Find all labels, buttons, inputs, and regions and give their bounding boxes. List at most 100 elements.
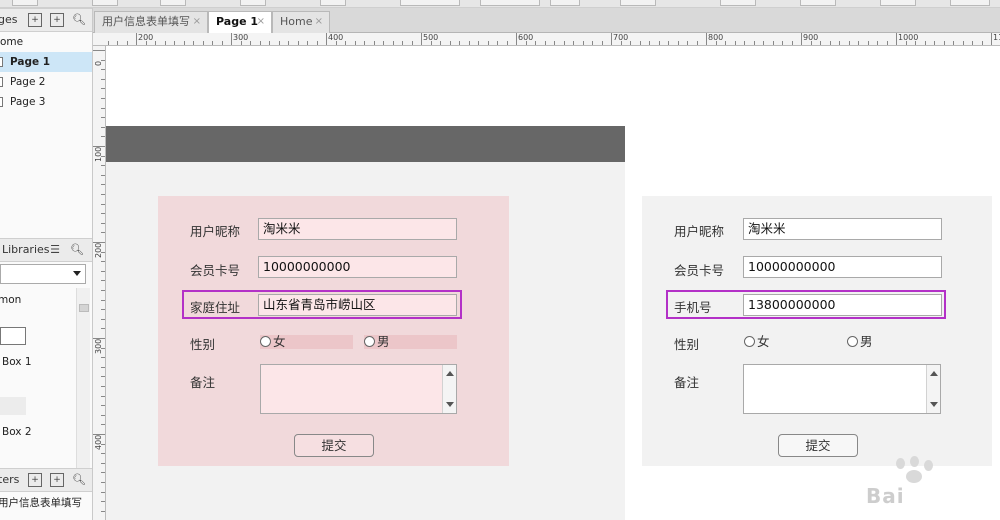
add-page-icon[interactable]: + (28, 13, 42, 27)
toolbar-button[interactable] (240, 0, 266, 6)
menu-icon[interactable]: ☰ (48, 243, 62, 257)
address-field[interactable]: 山东省青岛市崂山区 (258, 294, 457, 316)
scroll-down-icon[interactable] (446, 402, 454, 407)
ruler-tick (383, 41, 384, 45)
toolbar-button[interactable] (950, 0, 990, 6)
add-folder-icon[interactable]: + (50, 13, 64, 27)
ruler-tick (924, 41, 926, 45)
card-number-label: 会员卡号 (190, 263, 241, 278)
libraries-panel-title: Libraries (2, 243, 50, 256)
ruler-tick (364, 41, 365, 45)
ruler-label: 400 (94, 434, 103, 450)
library-widget-preview[interactable] (0, 397, 26, 415)
ruler-tick (101, 194, 105, 195)
radio-icon (260, 336, 271, 347)
ruler-tick (744, 41, 745, 45)
ruler-label: 400 (328, 33, 344, 42)
nickname-field[interactable]: 淘米米 (258, 218, 457, 240)
page-icon (0, 77, 3, 87)
male-label: 男 (377, 334, 390, 349)
ruler-tick (231, 33, 232, 45)
nickname-label: 用户昵称 (190, 224, 241, 239)
paw-icon (910, 456, 919, 467)
ruler-tick (772, 41, 774, 45)
toolbar-button[interactable] (720, 0, 756, 6)
ruler-tick (962, 41, 964, 45)
paw-icon (906, 470, 922, 483)
form-right: 用户昵称 淘米米 会员卡号 10000000000 手机号 1380000000… (642, 196, 992, 466)
tab-home[interactable]: Home × (272, 11, 330, 33)
library-item[interactable]: Box 1 (2, 356, 32, 368)
scroll-up-icon[interactable] (446, 371, 454, 376)
add-master-icon[interactable]: + (28, 473, 42, 487)
textarea-scrollbar[interactable] (442, 365, 456, 413)
toolbar-button[interactable] (550, 0, 580, 6)
ruler-tick (753, 41, 755, 45)
ruler-tick (563, 41, 565, 45)
ruler-tick (101, 78, 105, 80)
close-icon[interactable]: × (257, 12, 265, 32)
ruler-tick (193, 41, 194, 45)
card-number-field[interactable]: 10000000000 (743, 256, 942, 278)
close-icon[interactable]: × (193, 12, 201, 32)
ruler-tick (101, 405, 105, 407)
close-icon[interactable]: × (315, 12, 323, 32)
toolbar-button[interactable] (12, 0, 38, 6)
search-icon[interactable]: 🔍︎ (72, 473, 86, 487)
female-radio[interactable]: 女 (744, 334, 770, 350)
library-item[interactable]: mon (0, 294, 21, 306)
design-canvas[interactable]: 用户昵称 淘米米 会员卡号 10000000000 家庭住址 山东省青岛市崂山区… (106, 46, 1000, 520)
male-radio[interactable]: 男 (364, 334, 390, 350)
page-item-page-1[interactable]: Page 1 (0, 52, 92, 72)
male-radio[interactable]: 男 (847, 334, 873, 350)
page-item-home[interactable]: ome (0, 32, 92, 52)
toolbar-button[interactable] (92, 0, 118, 6)
ruler-tick (101, 174, 105, 176)
scroll-down-icon[interactable] (930, 402, 938, 407)
nickname-field[interactable]: 淘米米 (743, 218, 942, 240)
ruler-tick (101, 184, 105, 186)
submit-button[interactable]: 提交 (294, 434, 374, 457)
tab-page-1[interactable]: Page 1 × (208, 11, 272, 34)
library-select[interactable] (0, 264, 86, 284)
library-item[interactable]: Box 2 (2, 426, 32, 438)
ruler-label: 800 (708, 33, 724, 42)
toolbar-button[interactable] (880, 0, 916, 6)
submit-button[interactable]: 提交 (778, 434, 858, 457)
library-widget-preview[interactable] (0, 327, 26, 345)
library-scrollbar[interactable] (76, 288, 90, 468)
toolbar-button[interactable] (400, 0, 460, 6)
master-item[interactable]: 用户信息表单填写 (0, 495, 82, 510)
ruler-tick (421, 33, 422, 45)
toolbar-button[interactable] (320, 0, 346, 6)
page-item-page-3[interactable]: Page 3 (0, 92, 92, 112)
page-item-page-2[interactable]: Page 2 (0, 72, 92, 92)
search-icon[interactable]: 🔍︎ (70, 243, 84, 257)
scroll-up-icon[interactable] (930, 371, 938, 376)
ruler-label: 200 (94, 242, 103, 258)
add-folder-icon[interactable]: + (50, 473, 64, 487)
ruler-tick (459, 41, 460, 45)
header-bar (106, 126, 625, 162)
tab-user-info-form[interactable]: 用户信息表单填写 × (94, 11, 208, 33)
remark-textarea[interactable] (260, 364, 457, 414)
phone-field[interactable]: 13800000000 (743, 294, 942, 316)
toolbar-button[interactable] (480, 0, 540, 6)
ruler-label: 300 (233, 33, 249, 42)
toolbar-button[interactable] (800, 0, 836, 6)
remark-textarea[interactable] (743, 364, 941, 414)
ruler-tick (101, 98, 105, 99)
ruler-tick (101, 453, 105, 455)
ruler-tick (297, 41, 299, 45)
female-radio[interactable]: 女 (260, 334, 286, 350)
toolbar-button[interactable] (620, 0, 656, 6)
card-number-field[interactable]: 10000000000 (258, 256, 457, 278)
scroll-thumb[interactable] (79, 304, 89, 312)
ruler-tick (101, 88, 105, 90)
paw-icon (896, 458, 905, 469)
paw-icon (924, 460, 933, 471)
card-number-label: 会员卡号 (674, 263, 725, 278)
textarea-scrollbar[interactable] (926, 365, 940, 413)
toolbar-button[interactable] (160, 0, 186, 6)
search-icon[interactable]: 🔍︎ (72, 13, 86, 27)
